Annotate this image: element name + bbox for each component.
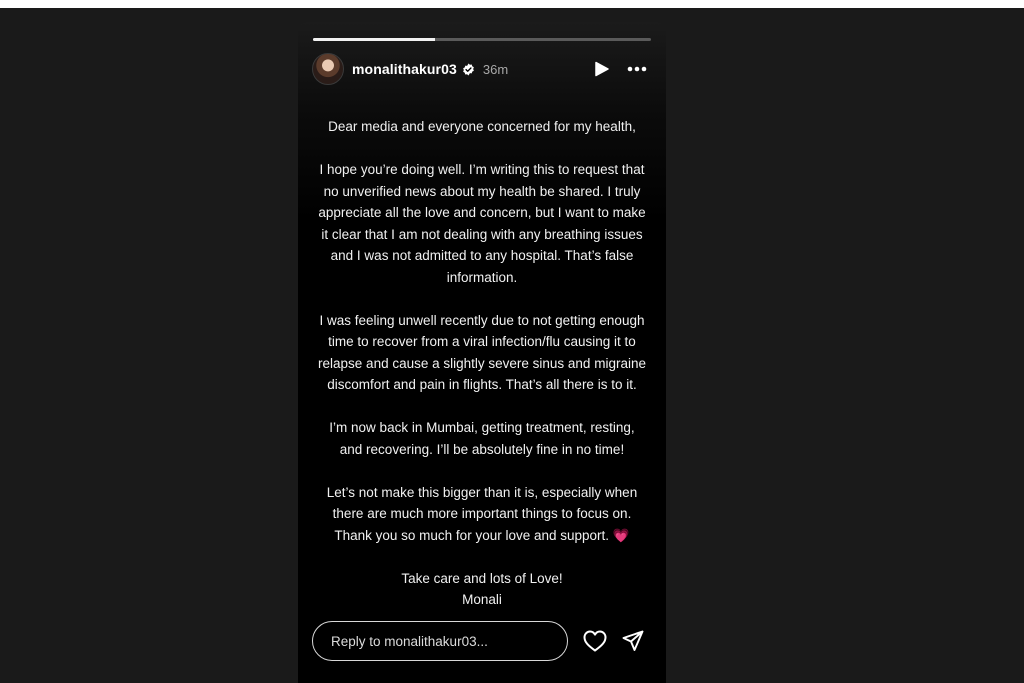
story-progress-bar	[313, 38, 651, 41]
message-paragraph-text: Let’s not make this bigger than it is, e…	[326, 484, 638, 543]
pink-heart-emoji: 💗	[612, 527, 630, 543]
username[interactable]: monalithakur03	[352, 61, 457, 77]
story-header: monalithakur03 36m	[312, 52, 652, 86]
story-message: Dear media and everyone concerned for my…	[318, 116, 646, 611]
verified-badge-icon	[462, 63, 475, 76]
heart-icon[interactable]	[582, 628, 608, 654]
story-viewer: monalithakur03 36m Dear media and everyo…	[298, 22, 666, 683]
post-time: 36m	[482, 61, 509, 77]
message-signature: Monali	[462, 592, 502, 607]
message-paragraph: I’m now back in Mumbai, getting treatmen…	[329, 420, 635, 457]
message-paragraph: I hope you’re doing well. I’m writing th…	[318, 162, 646, 285]
send-icon[interactable]	[620, 628, 646, 654]
message-signoff: Take care and lots of Love!	[401, 570, 563, 586]
message-paragraph-closing: Let’s not make this bigger than it is, e…	[318, 482, 646, 547]
story-footer	[312, 620, 652, 662]
reply-input[interactable]	[312, 621, 568, 661]
more-options-icon[interactable]	[626, 61, 648, 77]
avatar[interactable]	[312, 53, 344, 85]
message-greeting: Dear media and everyone concerned for my…	[328, 119, 636, 134]
play-icon[interactable]	[594, 61, 610, 77]
message-paragraph: I was feeling unwell recently due to not…	[318, 312, 646, 393]
story-progress-fill	[313, 38, 435, 41]
